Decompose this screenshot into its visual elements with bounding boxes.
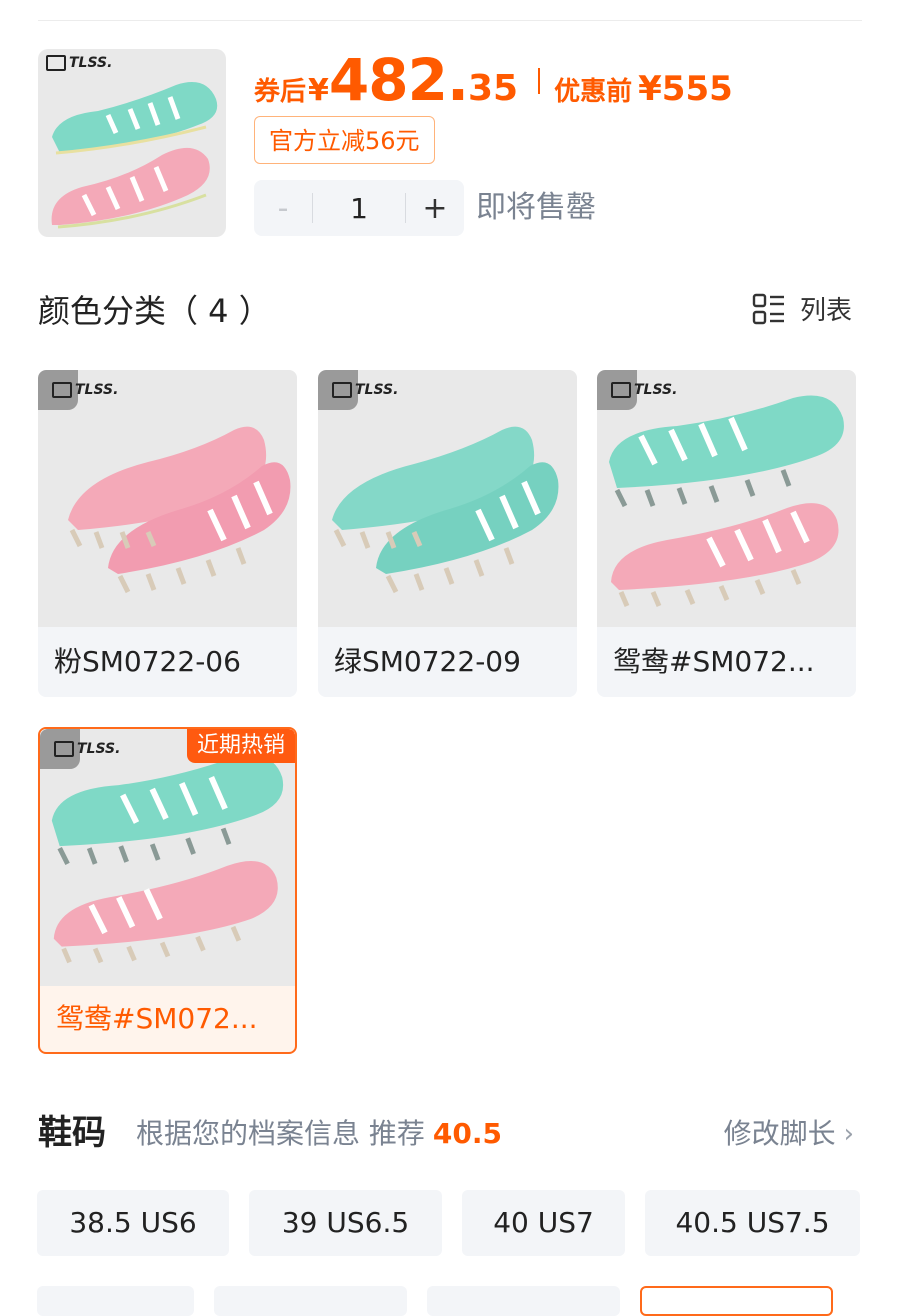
size-option[interactable]: 38.5 US6: [37, 1190, 229, 1256]
size-option-partial[interactable]: [214, 1286, 407, 1316]
color-option-label: 鸳鸯#SM072...: [56, 1002, 258, 1035]
brand-logo: TLSS.: [332, 382, 398, 398]
size-hint-text: 根据您的档案信息 推荐: [136, 1117, 425, 1150]
brand-logo: TLSS.: [54, 741, 120, 757]
color-option-card[interactable]: TLSS. 粉SM0722-06: [38, 370, 297, 697]
brand-logo: TLSS.: [611, 382, 677, 398]
before-discount-label: 优惠前: [554, 77, 633, 107]
brand-logo: TLSS.: [52, 382, 118, 398]
color-section-title: 颜色分类（ 4 ）: [38, 292, 271, 330]
before-discount-price: ¥555: [638, 69, 733, 109]
edit-foot-length-link[interactable]: 修改脚长 ›: [724, 1112, 854, 1156]
brand-logo: TLSS.: [46, 55, 112, 71]
price-decimal: 35: [468, 68, 519, 109]
stock-note: 即将售罄: [476, 190, 596, 225]
size-option[interactable]: 40.5 US7.5: [645, 1190, 860, 1256]
size-option-partial-selected[interactable]: [640, 1286, 833, 1316]
size-option[interactable]: 39 US6.5: [249, 1190, 442, 1256]
list-view-label: 列表: [799, 296, 852, 326]
green-boots-image: [318, 370, 577, 627]
product-thumbnail[interactable]: TLSS.: [38, 49, 226, 237]
price-separator: [538, 68, 541, 94]
coupon-tag: 官方立减56元: [254, 116, 435, 164]
color-option-label: 粉SM0722-06: [54, 645, 241, 678]
price-row: 券后 ¥ 482. 35 优惠前 ¥555: [254, 46, 733, 116]
size-recommendation: 根据您的档案信息 推荐 40.5: [136, 1112, 502, 1156]
hot-sale-badge: 近期热销: [186, 729, 295, 763]
size-section-title: 鞋码: [38, 1113, 106, 1153]
mixed-boots-image: [51, 82, 218, 229]
size-option[interactable]: 40 US7: [462, 1190, 625, 1256]
pink-boots-image: [38, 370, 297, 627]
mixed-boots-image: [597, 370, 856, 627]
list-view-icon: [752, 293, 784, 324]
quantity-value[interactable]: 1: [313, 192, 405, 225]
currency-symbol: ¥: [308, 73, 329, 108]
edit-foot-length-label: 修改脚长: [723, 1117, 836, 1150]
mixed-boots-image: [40, 729, 295, 986]
decrement-button[interactable]: -: [254, 191, 312, 226]
color-option-card[interactable]: TLSS. 鸳鸯#SM072...: [597, 370, 856, 697]
chevron-right-icon: ›: [843, 1119, 854, 1149]
size-option-partial[interactable]: [37, 1286, 194, 1316]
top-divider: [38, 20, 862, 21]
increment-button[interactable]: +: [406, 191, 464, 226]
list-view-toggle[interactable]: 列表: [752, 290, 852, 327]
color-option-label: 鸳鸯#SM072...: [613, 645, 815, 678]
color-option-card-selected[interactable]: TLSS. 近期热销 鸳鸯#SM072...: [38, 727, 297, 1054]
price-integer: 482.: [328, 46, 469, 114]
recommended-size: 40.5: [432, 1117, 502, 1150]
color-option-label: 绿SM0722-09: [334, 645, 521, 678]
price-prefix: 券后: [254, 77, 307, 107]
color-option-card[interactable]: TLSS. 绿SM0722-09: [318, 370, 577, 697]
quantity-stepper: - 1 +: [254, 180, 464, 236]
size-option-partial[interactable]: [427, 1286, 620, 1316]
